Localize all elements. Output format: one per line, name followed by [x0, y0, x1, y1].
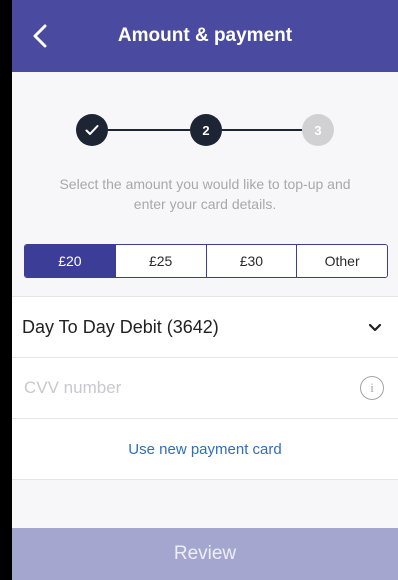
review-button[interactable]: Review: [12, 528, 398, 580]
page-title: Amount & payment: [117, 25, 293, 46]
payment-card-label: Day To Day Debit (3642): [22, 316, 219, 337]
use-new-card-link[interactable]: Use new payment card: [128, 441, 281, 458]
chevron-down-icon: [368, 323, 382, 331]
amount-option-20[interactable]: £20: [25, 245, 115, 277]
step-connector: [108, 129, 190, 131]
step-2-current: 2: [190, 114, 222, 146]
cvv-row: i: [12, 358, 398, 419]
step-3-pending: 3: [302, 114, 334, 146]
step-1-complete: [76, 114, 108, 146]
review-button-label: Review: [173, 543, 237, 564]
cvv-input[interactable]: [22, 377, 276, 399]
progress-stepper: 2 3: [12, 96, 398, 166]
amount-selector: £20 £25 £30 Other: [24, 244, 388, 278]
amount-option-25[interactable]: £25: [114, 245, 206, 277]
new-card-row: Use new payment card: [12, 419, 398, 480]
checkmark-icon: [85, 125, 99, 135]
step-connector: [222, 129, 302, 131]
back-button[interactable]: [26, 22, 54, 50]
payment-card-select[interactable]: Day To Day Debit (3642): [12, 296, 398, 358]
app-screen: Amount & payment 2 3 Select the amount y…: [12, 0, 398, 580]
chevron-left-icon: [33, 24, 47, 48]
instructions-text: Select the amount you would like to top-…: [59, 176, 351, 212]
amount-option-other[interactable]: Other: [296, 245, 387, 277]
header-bar: Amount & payment: [12, 0, 398, 72]
info-icon[interactable]: i: [360, 376, 384, 400]
amount-option-30[interactable]: £30: [205, 245, 297, 277]
